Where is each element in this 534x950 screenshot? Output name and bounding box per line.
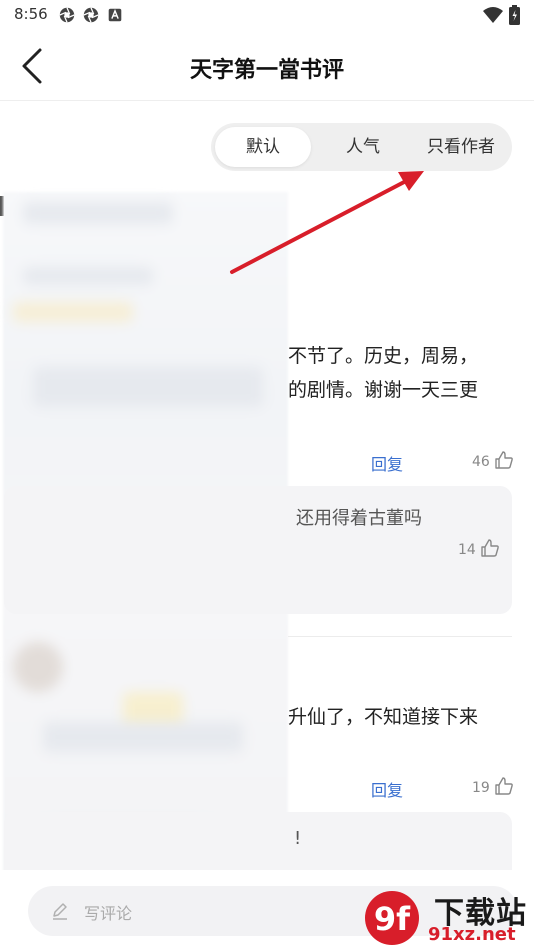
divider (288, 636, 512, 637)
tab-popular[interactable]: 人气 (315, 127, 411, 167)
thumbs-up-icon[interactable] (480, 538, 500, 558)
tab-default[interactable]: 默认 (215, 127, 311, 167)
reply-button[interactable]: 回复 (371, 451, 403, 475)
wifi-icon (483, 7, 503, 23)
reply-button[interactable]: 回复 (371, 777, 403, 801)
comment-text-line: 的剧情。谢谢一天三更 (288, 379, 479, 401)
app-header: 天字第一當书评 (0, 30, 534, 101)
comment-placeholder: 写评论 (84, 904, 133, 923)
reply-text: 还用得着古董吗 (296, 508, 422, 529)
comment-text-line: 不节了。历史，周易， (288, 345, 479, 367)
battery-icon (509, 5, 520, 25)
svg-text:9f: 9f (374, 900, 411, 938)
watermark: 9f 下载站 91xz.net (362, 888, 534, 950)
aperture-icon (83, 7, 99, 23)
reply-text: ! (294, 828, 302, 849)
watermark-url: 91xz.net (428, 924, 516, 945)
page-title: 天字第一當书评 (189, 58, 344, 83)
reply-box: 还用得着古董吗 14 (4, 486, 512, 614)
sort-toggle: 默认 人气 只看作者 (211, 123, 512, 171)
status-time: 8:56 (14, 5, 48, 23)
like-count: 46 (472, 454, 490, 470)
like-count: 14 (458, 542, 476, 558)
like-count: 19 (472, 780, 490, 796)
watermark-logo: 9f (365, 891, 419, 945)
comment-text-line: 升仙了，不知道接下来 (288, 706, 479, 728)
text-a-icon (108, 8, 122, 22)
pencil-icon (53, 903, 67, 920)
aperture-icon (59, 7, 75, 23)
thumbs-up-icon[interactable] (494, 450, 514, 470)
status-bar: 8:56 (0, 0, 534, 30)
thumbs-up-icon[interactable] (494, 776, 514, 796)
tab-author-only[interactable]: 只看作者 (413, 127, 509, 167)
